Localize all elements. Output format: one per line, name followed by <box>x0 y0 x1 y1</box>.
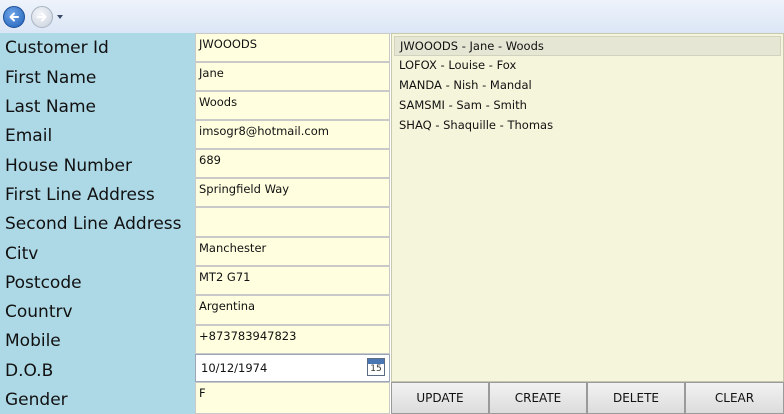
create-button[interactable]: CREATE <box>489 382 587 414</box>
calendar-icon[interactable]: 15 <box>367 358 385 376</box>
first-name-field[interactable]: Jane <box>195 62 390 91</box>
forward-button[interactable] <box>31 6 53 28</box>
clear-button[interactable]: CLEAR <box>685 382 784 414</box>
chevron-down-icon[interactable] <box>57 15 63 19</box>
list-item[interactable]: LOFOX - Louise - Fox <box>394 55 781 75</box>
last-name-field[interactable]: Woods <box>195 91 390 120</box>
email-field[interactable]: imsogr8@hotmail.com <box>195 120 390 149</box>
customer-id-field[interactable]: JWOOODS <box>195 33 390 62</box>
label-mobile: Mobile <box>5 331 61 351</box>
forward-arrow-icon <box>37 12 47 22</box>
postcode-field[interactable]: MT2 G71 <box>195 266 390 295</box>
gender-field[interactable]: F <box>195 382 390 414</box>
label-country: Countrv <box>5 302 73 322</box>
dob-date-picker[interactable]: 10/12/1974 15 <box>195 354 390 382</box>
house-number-field[interactable]: 689 <box>195 149 390 178</box>
label-last-name: Last Name <box>5 97 96 117</box>
back-button[interactable] <box>3 6 25 28</box>
label-customer-id: Customer Id <box>5 38 109 58</box>
dob-value: 10/12/1974 <box>201 361 268 375</box>
list-item[interactable]: SAMSMI - Sam - Smith <box>394 95 781 115</box>
customer-list[interactable]: JWOOODS - Jane - Woods LOFOX - Louise - … <box>391 33 784 382</box>
delete-button[interactable]: DELETE <box>587 382 685 414</box>
first-line-address-field[interactable]: Springfield Way <box>195 178 390 207</box>
navigation-bar <box>0 0 784 34</box>
country-field[interactable]: Argentina <box>195 295 390 325</box>
label-first-name: First Name <box>5 68 97 88</box>
update-button[interactable]: UPDATE <box>391 382 489 414</box>
calendar-icon-day: 15 <box>370 364 382 374</box>
second-line-address-field[interactable] <box>195 207 390 237</box>
list-item[interactable]: MANDA - Nish - Mandal <box>394 75 781 95</box>
label-city: Citv <box>5 244 39 264</box>
list-item[interactable]: JWOOODS - Jane - Woods <box>394 36 781 56</box>
label-email: Email <box>5 126 53 146</box>
label-gender: Gender <box>5 390 68 410</box>
back-arrow-icon <box>9 12 19 22</box>
list-item[interactable]: SHAQ - Shaquille - Thomas <box>394 115 781 135</box>
label-house-number: House Number <box>5 156 132 176</box>
label-postcode: Postcode <box>5 273 82 293</box>
label-dob: D.O.B <box>5 361 54 381</box>
city-field[interactable]: Manchester <box>195 237 390 266</box>
mobile-field[interactable]: +873783947823 <box>195 325 390 354</box>
label-first-line-address: First Line Address <box>5 185 155 205</box>
label-second-line-address: Second Line Address <box>5 214 182 234</box>
